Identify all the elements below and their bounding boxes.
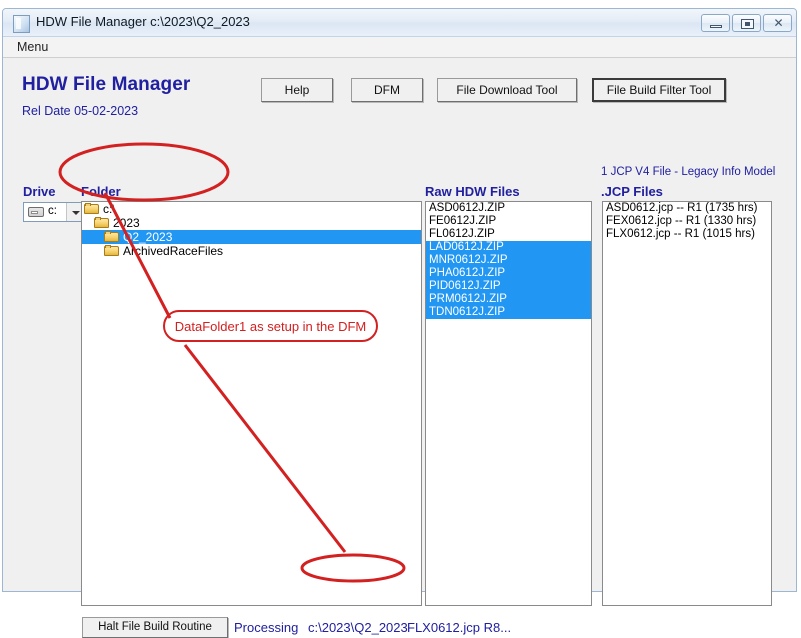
status-current-file: FLX0612.jcp R8... <box>407 620 512 635</box>
minimize-button[interactable] <box>701 14 730 32</box>
folder-tree-item-label: ArchivedRaceFiles <box>123 244 224 258</box>
folder-tree-item-label: Q2_2023 <box>123 230 173 244</box>
window-title: HDW File Manager c:\2023\Q2_2023 <box>36 14 250 29</box>
status-path: c:\2023\Q2_2023 <box>308 620 408 635</box>
jcp-files-list[interactable]: ASD0612.jcp -- R1 (1735 hrs) FEX0612.jcp … <box>602 201 772 606</box>
folder-tree-item-label: c:\ <box>103 202 116 216</box>
desktop-background: HDW File Manager c:\2023\Q2_2023 ✕ Menu … <box>0 0 801 638</box>
status-processing-label: Processing <box>234 620 299 635</box>
folder-tree-item[interactable]: 2023 <box>82 216 421 230</box>
raw-hdw-file-item[interactable]: PRM0612J.ZIP <box>426 293 591 306</box>
folder-icon <box>84 203 100 215</box>
raw-hdw-file-item[interactable]: TDN0612J.ZIP <box>426 306 591 319</box>
drive-selected-value: c: <box>48 205 57 217</box>
app-icon <box>13 15 30 33</box>
raw-hdw-files-list[interactable]: ASD0612J.ZIP FE0612J.ZIP FL0612J.ZIP LAD061… <box>425 201 592 606</box>
folder-icon <box>104 245 120 257</box>
jcp-file-item[interactable]: FEX0612.jcp -- R1 (1330 hrs) <box>603 215 771 228</box>
menu-bar: Menu <box>3 37 796 58</box>
raw-hdw-file-item[interactable]: LAD0612J.ZIP <box>426 241 591 254</box>
raw-hdw-file-item[interactable]: MNR0612J.ZIP <box>426 254 591 267</box>
raw-hdw-files-heading: Raw HDW Files <box>425 184 520 199</box>
file-download-tool-button[interactable]: File Download Tool <box>437 78 577 102</box>
folder-heading: Folder <box>81 184 121 199</box>
folder-icon <box>94 217 110 229</box>
client-area: HDW File Manager Rel Date 05-02-2023 Hel… <box>3 58 796 638</box>
raw-hdw-file-item[interactable]: FL0612J.ZIP <box>426 228 591 241</box>
jcp-file-item[interactable]: FLX0612.jcp -- R1 (1015 hrs) <box>603 228 771 241</box>
folder-icon <box>104 231 120 243</box>
raw-hdw-file-item[interactable]: PID0612J.ZIP <box>426 280 591 293</box>
raw-hdw-file-item[interactable]: PHA0612J.ZIP <box>426 267 591 280</box>
close-icon: ✕ <box>773 16 784 30</box>
help-button[interactable]: Help <box>261 78 333 102</box>
halt-file-build-routine-button[interactable]: Halt File Build Routine <box>82 617 228 638</box>
jcp-files-heading: .JCP Files <box>601 184 663 199</box>
folder-tree-item[interactable]: ArchivedRaceFiles <box>82 244 421 258</box>
application-window: HDW File Manager c:\2023\Q2_2023 ✕ Menu … <box>2 8 797 638</box>
file-build-filter-tool-button[interactable]: File Build Filter Tool <box>592 78 726 102</box>
jcp-file-item[interactable]: ASD0612.jcp -- R1 (1735 hrs) <box>603 202 771 215</box>
drive-icon <box>28 207 44 217</box>
title-bar: HDW File Manager c:\2023\Q2_2023 ✕ <box>3 9 796 37</box>
maximize-button[interactable] <box>732 14 761 32</box>
menu-item-menu[interactable]: Menu <box>17 40 48 54</box>
folder-tree-item[interactable]: c:\ <box>82 202 421 216</box>
drive-heading: Drive <box>23 184 56 199</box>
raw-hdw-file-item[interactable]: ASD0612J.ZIP <box>426 202 591 215</box>
page-title: HDW File Manager <box>22 74 191 95</box>
release-date-label: Rel Date 05-02-2023 <box>22 104 139 118</box>
minimize-icon <box>710 25 722 28</box>
raw-hdw-file-item[interactable]: FE0612J.ZIP <box>426 215 591 228</box>
jcp-file-count-note: 1 JCP V4 File - Legacy Info Model <box>601 166 776 178</box>
folder-tree-item-label: 2023 <box>113 216 140 230</box>
maximize-icon <box>741 19 754 29</box>
close-button[interactable]: ✕ <box>763 14 792 32</box>
folder-tree-item[interactable]: Q2_2023 <box>82 230 421 244</box>
dfm-button[interactable]: DFM <box>351 78 423 102</box>
drive-select[interactable]: c: <box>23 202 85 222</box>
folder-tree[interactable]: c:\ 2023 Q2_2023 ArchivedRaceFiles <box>81 201 422 606</box>
